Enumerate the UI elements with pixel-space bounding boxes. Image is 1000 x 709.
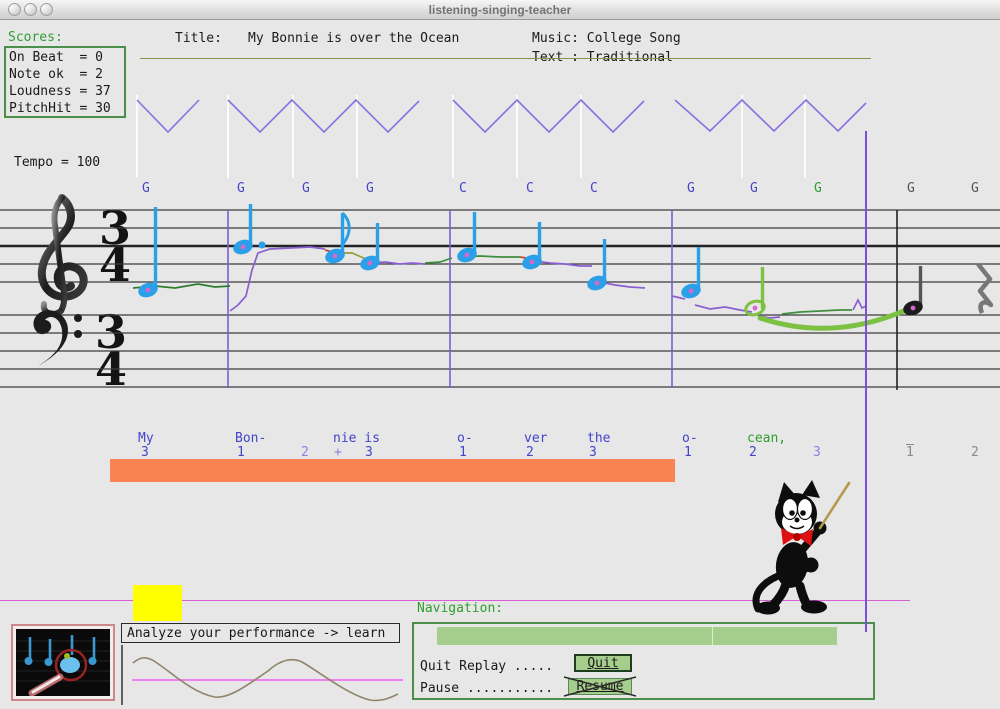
playback-cursor: [865, 131, 867, 632]
chord-label: C: [590, 181, 598, 196]
music-note-quarter: [901, 266, 924, 318]
chord-label: G: [750, 181, 758, 196]
pitch-trace: [695, 305, 752, 312]
slur-curve: [760, 310, 906, 328]
chord-label: C: [526, 181, 534, 196]
music-note-quarter: [679, 247, 702, 301]
analyze-performance-button[interactable]: Analyze your performance -> learn: [121, 623, 400, 643]
treble-clef-icon: [42, 198, 84, 314]
treble-staff: [0, 210, 1000, 282]
beat-number: 1: [906, 445, 914, 460]
quit-button[interactable]: Quit: [574, 654, 632, 672]
chord-label: G: [366, 181, 374, 196]
beat-number: 1: [459, 445, 467, 460]
navigation-progress-bar[interactable]: [437, 627, 837, 645]
beat-number: 3: [141, 445, 149, 460]
beat-number: 2: [971, 445, 979, 460]
lyric-syllable: o-: [682, 431, 698, 446]
chord-label: G: [687, 181, 695, 196]
music-note-eighth: [323, 213, 349, 266]
bass-clef-icon: [34, 310, 82, 366]
chord-label: C: [459, 181, 467, 196]
chord-label: G: [814, 181, 822, 196]
quit-replay-label: Quit Replay .....: [420, 659, 553, 674]
music-note-quarter: [136, 207, 159, 300]
lyric-syllable: My: [138, 431, 154, 446]
lyric-syllable: nie is: [333, 431, 380, 446]
recorded-waveform: [120, 643, 410, 707]
loudness-meter-block: [133, 585, 182, 621]
chord-label: G: [971, 181, 979, 196]
music-note-quarter: [358, 223, 381, 273]
quarter-rest-icon: [978, 264, 991, 313]
pitch-trace: [600, 282, 645, 288]
beat-number: 3: [365, 445, 373, 460]
resume-button[interactable]: Resume: [568, 678, 632, 695]
chord-label: G: [142, 181, 150, 196]
beat-number: 3: [589, 445, 597, 460]
pitch-trace: [425, 258, 452, 263]
pause-label: Pause ...........: [420, 681, 553, 696]
beat-number: +: [334, 445, 342, 460]
chord-label: G: [907, 181, 915, 196]
lyric-syllable: the: [587, 431, 610, 446]
analyze-thumbnail[interactable]: [11, 624, 115, 701]
navigation-heading: Navigation:: [417, 601, 503, 616]
chord-label: G: [237, 181, 245, 196]
beat-number: 2: [526, 445, 534, 460]
pitch-trace: [782, 310, 852, 314]
beat-number: 2: [749, 445, 757, 460]
music-note-quarter: [231, 204, 265, 257]
barlines: [228, 210, 897, 390]
music-note-half: [744, 267, 766, 317]
lyric-syllable: ver: [524, 431, 547, 446]
pitch-zigzag: [228, 100, 419, 132]
magnifier-over-notes-icon: [16, 629, 110, 696]
conductor-baton-icon: [820, 483, 849, 528]
music-note-quarter: [455, 212, 478, 265]
lyric-syllable: Bon-: [235, 431, 266, 446]
app-window: listening-singing-teacher Scores: On Bea…: [0, 0, 1000, 709]
beat-number: 3: [813, 445, 821, 460]
pitch-trace: [230, 247, 325, 311]
beat-number: 1: [237, 445, 245, 460]
pitch-zigzag: [675, 100, 866, 131]
pitch-zigzag: [137, 100, 199, 132]
pitch-trace: [672, 296, 685, 299]
beat-number: 2: [301, 445, 309, 460]
pitch-zigzag: [453, 100, 644, 132]
lyric-syllable: o-: [457, 431, 473, 446]
felix-cat-conductor: [746, 476, 861, 621]
chord-label: G: [302, 181, 310, 196]
lyric-syllable: cean,: [747, 431, 786, 446]
navigation-progress-marker: [712, 627, 713, 645]
beat-number: 1: [684, 445, 692, 460]
